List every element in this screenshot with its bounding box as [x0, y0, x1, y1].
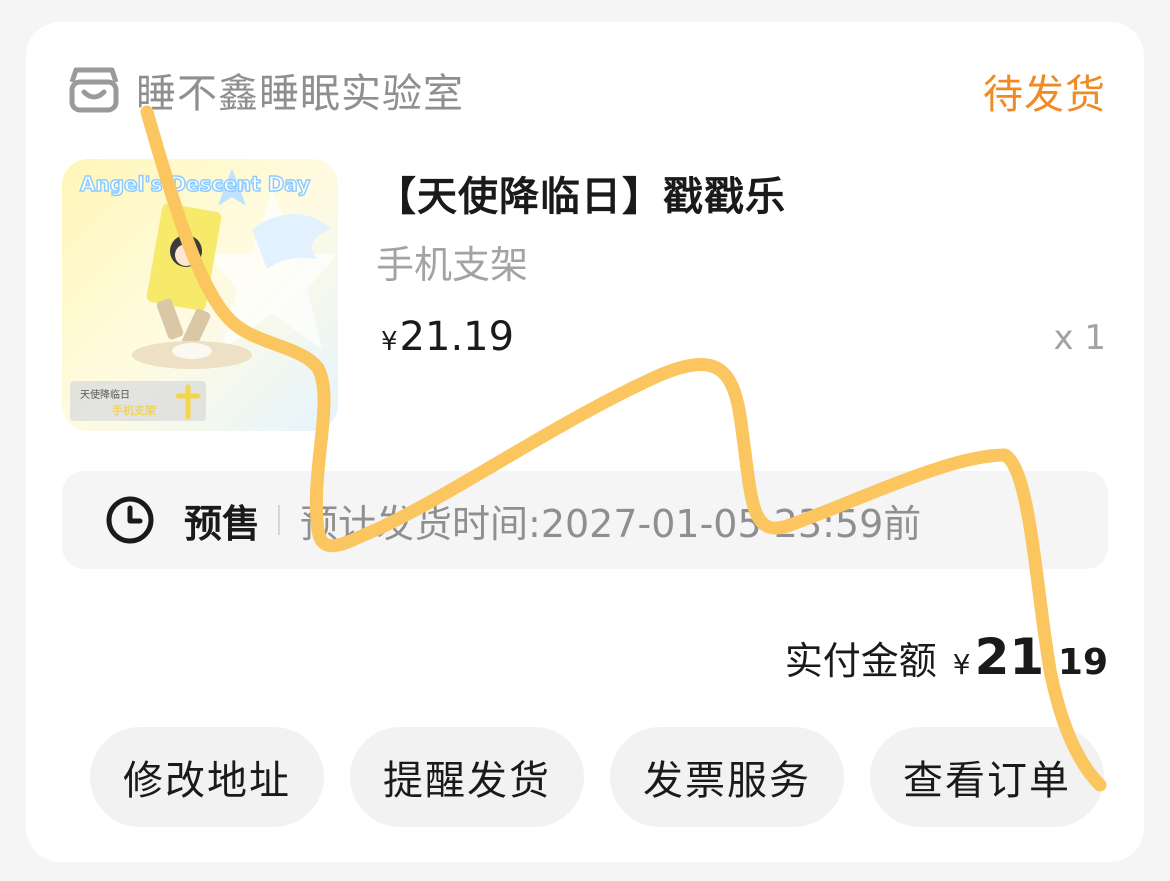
modify-address-button[interactable]: 修改地址: [90, 727, 324, 827]
price-currency: ¥: [381, 327, 398, 357]
presale-info: 预售 预计发货时间:2027-01-05 23:59前: [62, 471, 1108, 569]
product-price: ¥21.19: [381, 314, 514, 360]
shop-name[interactable]: 睡不鑫睡眠实验室: [136, 61, 464, 119]
banner-text: Angel's Descent Day: [80, 172, 310, 196]
total-label: 实付金额: [784, 639, 937, 683]
invoice-service-button[interactable]: 发票服务: [610, 727, 844, 827]
tag-line-2: 手机支架: [112, 403, 156, 417]
view-order-button[interactable]: 查看订单: [870, 727, 1104, 827]
total-integer: 21: [974, 628, 1045, 686]
product-quantity: x 1: [1053, 318, 1106, 358]
total-currency: ¥: [952, 648, 971, 681]
price-value: 21.19: [399, 314, 515, 360]
presale-label: 预售: [184, 501, 261, 546]
order-status: 待发货: [983, 72, 1106, 118]
order-card[interactable]: 睡不鑫睡眠实验室 待发货 Angel's Descent Day 天使降临日 手…: [26, 22, 1144, 862]
tag-line-1: 天使降临日: [80, 388, 130, 401]
presale-divider: [278, 505, 281, 535]
product-title[interactable]: 【天使降临日】戳戳乐: [376, 164, 786, 222]
ship-time-text: 预计发货时间:2027-01-05 23:59前: [300, 501, 922, 546]
shop-header[interactable]: 睡不鑫睡眠实验室: [66, 62, 464, 118]
product-variant: 手机支架: [376, 243, 529, 287]
action-bar: 修改地址 提醒发货 发票服务 查看订单: [90, 727, 1104, 827]
product-image[interactable]: Angel's Descent Day 天使降临日 手机支架: [62, 159, 338, 431]
clock-icon: [104, 494, 156, 546]
remind-shipping-button[interactable]: 提醒发货: [350, 727, 584, 827]
total-decimal: .19: [1044, 642, 1108, 683]
total-paid: 实付金额 ¥ 21 .19: [785, 628, 1108, 686]
storefront-icon: [66, 62, 122, 118]
